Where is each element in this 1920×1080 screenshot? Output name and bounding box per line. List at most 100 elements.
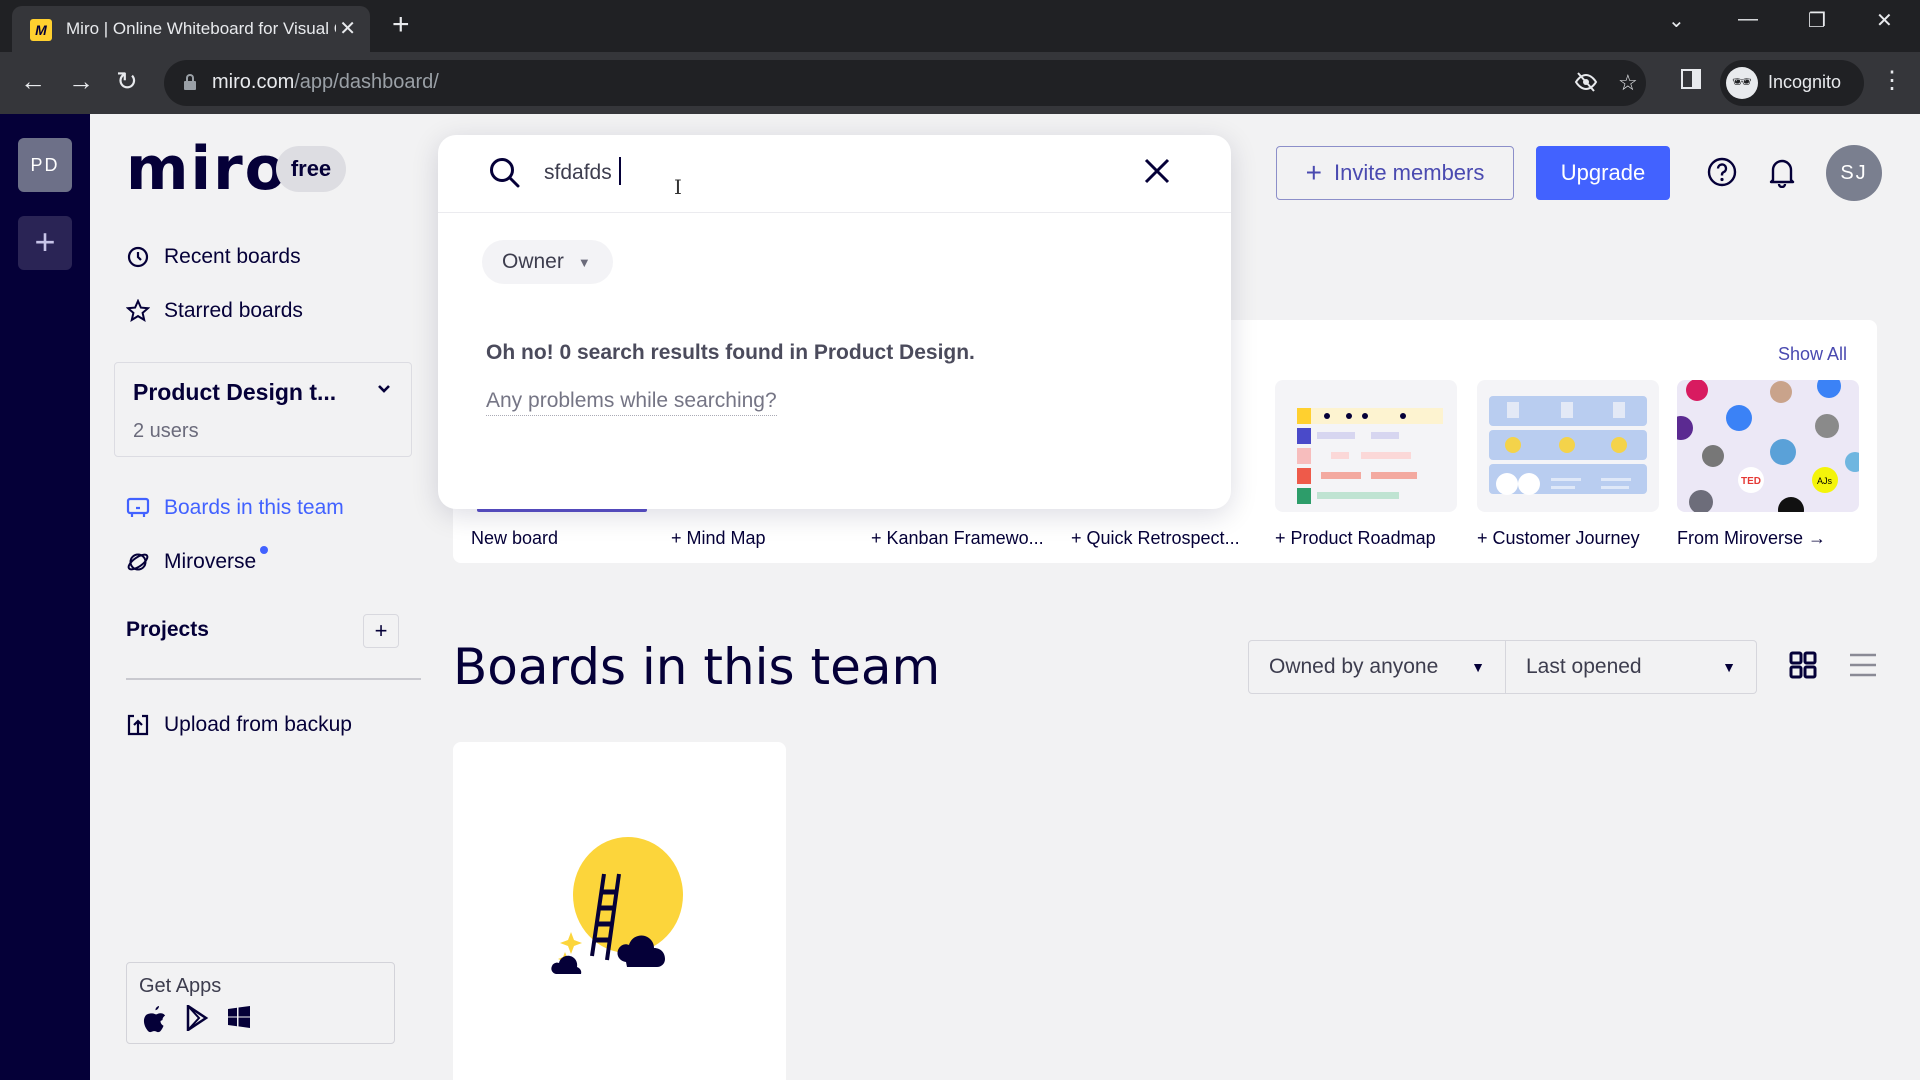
- customer-journey-thumbnail: [1477, 380, 1659, 512]
- star-icon: [126, 299, 150, 323]
- team-selector[interactable]: Product Design t... 2 users: [114, 362, 412, 457]
- add-project-button[interactable]: +: [363, 614, 399, 648]
- clock-icon: [126, 245, 150, 269]
- svg-text:TED: TED: [1741, 476, 1761, 487]
- browser-menu-icon[interactable]: ⋮: [1880, 66, 1904, 95]
- team-switcher-pd[interactable]: PD: [18, 138, 72, 192]
- sidebar-item-label: Upload from backup: [164, 713, 352, 736]
- incognito-icon: 🕶: [1726, 67, 1758, 99]
- svg-text:AJs: AJs: [1817, 476, 1833, 486]
- team-user-count: 2 users: [133, 420, 199, 442]
- list-view-icon[interactable]: [1848, 650, 1882, 684]
- search-problems-link[interactable]: Any problems while searching?: [486, 389, 777, 416]
- sidebar-item-starred-boards[interactable]: Starred boards: [126, 296, 303, 326]
- plan-badge: free: [276, 146, 346, 192]
- minimize-button[interactable]: —: [1738, 8, 1758, 31]
- show-all-templates-link[interactable]: Show All: [1778, 344, 1847, 365]
- miro-favicon-icon: M: [30, 19, 52, 41]
- miroverse-link[interactable]: TED AJs From Miroverse →: [1677, 380, 1859, 549]
- windows-icon[interactable]: [227, 1005, 251, 1040]
- owner-filter-dropdown[interactable]: Owned by anyone ▼: [1248, 640, 1506, 694]
- get-apps-box: Get Apps: [126, 962, 395, 1044]
- owner-filter-chip[interactable]: Owner ▼: [482, 240, 613, 284]
- mouse-ibeam-cursor: I: [674, 175, 682, 199]
- reload-button[interactable]: ↻: [116, 66, 138, 96]
- notifications-bell-icon[interactable]: [1765, 155, 1799, 189]
- search-input[interactable]: [544, 155, 1104, 191]
- lock-icon: [184, 74, 196, 90]
- sidebar-item-label: Recent boards: [164, 245, 301, 268]
- eye-off-icon[interactable]: [1574, 70, 1598, 100]
- user-avatar[interactable]: SJ: [1826, 145, 1882, 201]
- tab-title: Miro | Online Whiteboard for Visual Coll…: [66, 19, 336, 38]
- google-play-icon[interactable]: [185, 1003, 209, 1040]
- chevron-down-icon: [377, 381, 391, 399]
- team-rail: PD +: [0, 114, 90, 1080]
- add-team-button[interactable]: +: [18, 216, 72, 270]
- url-text[interactable]: miro.com/app/dashboard/: [212, 71, 439, 94]
- template-label: + Product Roadmap: [1275, 528, 1436, 548]
- sidebar-item-label: Boards in this team: [164, 496, 344, 519]
- sidebar: miro free Recent boards Starred boards P…: [90, 114, 430, 1080]
- sidebar-item-recent-boards[interactable]: Recent boards: [126, 242, 301, 272]
- grid-view-icon[interactable]: [1788, 650, 1822, 684]
- bookmark-star-icon[interactable]: ☆: [1618, 70, 1638, 96]
- apple-icon[interactable]: [143, 1005, 167, 1040]
- profile-label: Incognito: [1768, 72, 1842, 92]
- new-tab-button[interactable]: +: [392, 8, 410, 42]
- projects-heading: Projects: [126, 618, 209, 641]
- invite-members-button[interactable]: + Invite members: [1276, 146, 1514, 200]
- template-label: From Miroverse →: [1677, 528, 1827, 548]
- sort-value: Last opened: [1526, 655, 1642, 678]
- template-product-roadmap[interactable]: + Product Roadmap: [1275, 380, 1457, 549]
- sidebar-item-upload-backup[interactable]: Upload from backup: [126, 710, 352, 740]
- owner-filter-value: Owned by anyone: [1269, 655, 1439, 678]
- template-label: + Kanban Framewo...: [871, 528, 1044, 548]
- forward-button[interactable]: →: [68, 66, 94, 96]
- roadmap-thumbnail: [1275, 380, 1457, 512]
- back-button[interactable]: ←: [20, 66, 46, 96]
- tab-close-icon[interactable]: ✕: [339, 16, 356, 41]
- text-caret: [619, 157, 621, 185]
- upload-icon: [126, 713, 150, 737]
- incognito-profile-button[interactable]: 🕶 Incognito: [1720, 60, 1864, 106]
- address-bar[interactable]: miro.com/app/dashboard/ ☆: [164, 60, 1646, 106]
- board-icon: [126, 496, 150, 520]
- search-popover: I Owner ▼ Oh no! 0 search results found …: [438, 135, 1231, 509]
- address-bar-row: ← → ↻ miro.com/app/dashboard/ ☆ 🕶 Incogn…: [0, 52, 1920, 114]
- miroverse-thumbnail: TED AJs: [1677, 380, 1859, 512]
- sidebar-item-label: Starred boards: [164, 299, 303, 322]
- side-panel-icon[interactable]: [1680, 68, 1702, 96]
- template-label: + Customer Journey: [1477, 528, 1640, 548]
- empty-board-illustration: [551, 837, 683, 974]
- chevron-down-icon: ▼: [1722, 659, 1736, 675]
- template-label: New board: [471, 528, 559, 548]
- miro-logo[interactable]: miro: [126, 134, 288, 204]
- template-customer-journey[interactable]: + Customer Journey: [1477, 380, 1659, 549]
- invite-members-label: Invite members: [1333, 160, 1485, 185]
- get-apps-label: Get Apps: [139, 975, 222, 997]
- search-bar: I: [438, 135, 1231, 213]
- sort-dropdown[interactable]: Last opened ▼: [1506, 640, 1757, 694]
- template-label: + Mind Map: [671, 528, 766, 548]
- new-indicator-dot: [260, 546, 269, 554]
- plus-icon: +: [1305, 157, 1322, 188]
- sidebar-item-boards-in-team[interactable]: Boards in this team: [126, 493, 344, 523]
- template-label: + Quick Retrospect...: [1071, 528, 1240, 548]
- search-icon: [488, 156, 522, 195]
- board-card[interactable]: [453, 742, 786, 1080]
- close-window-button[interactable]: ✕: [1876, 8, 1893, 33]
- tab-search-icon[interactable]: ⌄: [1668, 8, 1685, 33]
- close-search-icon[interactable]: [1141, 155, 1177, 191]
- team-name: Product Design t...: [133, 379, 337, 405]
- chevron-down-icon: ▼: [577, 254, 591, 270]
- no-results-message: Oh no! 0 search results found in Product…: [486, 341, 975, 364]
- restore-button[interactable]: ❐: [1808, 8, 1826, 33]
- page-title: Boards in this team: [453, 638, 941, 696]
- browser-tab[interactable]: M Miro | Online Whiteboard for Visual Co…: [12, 6, 370, 52]
- planet-icon: [126, 550, 150, 574]
- sidebar-item-miroverse[interactable]: Miroverse: [126, 546, 278, 577]
- help-icon[interactable]: [1705, 155, 1739, 189]
- sidebar-divider: [126, 678, 421, 680]
- upgrade-button[interactable]: Upgrade: [1536, 146, 1670, 200]
